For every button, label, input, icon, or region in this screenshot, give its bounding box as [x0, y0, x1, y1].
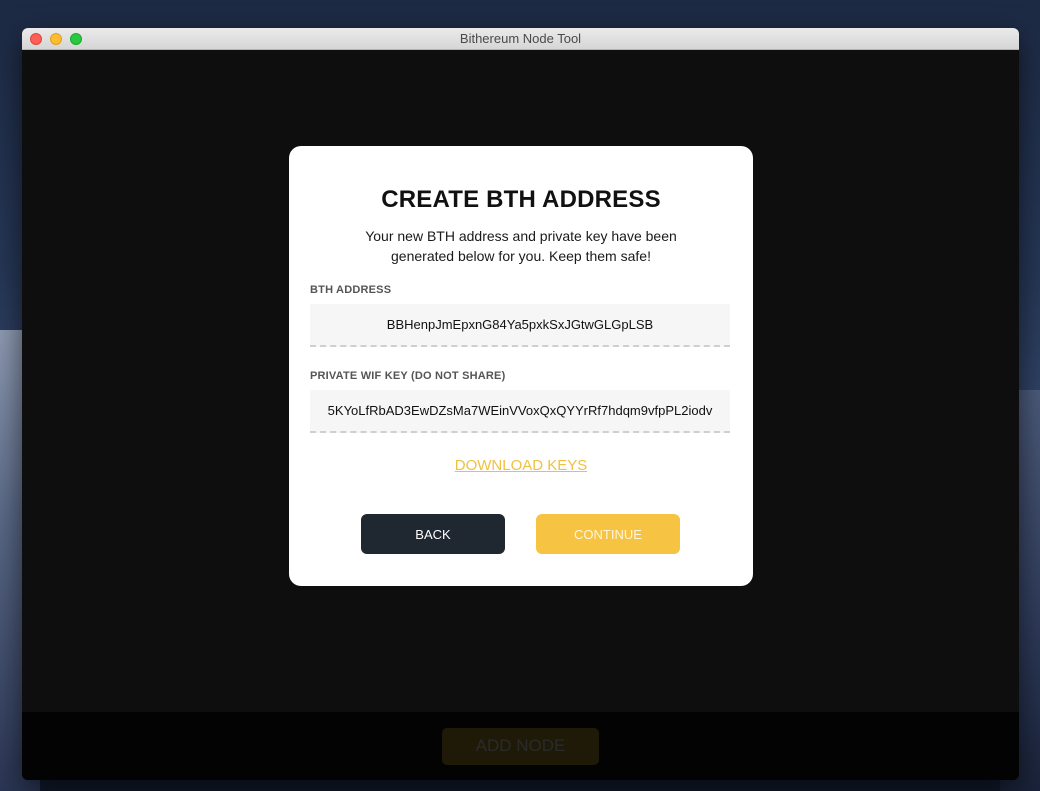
maximize-window-icon[interactable]	[70, 33, 82, 45]
close-window-icon[interactable]	[30, 33, 42, 45]
minimize-window-icon[interactable]	[50, 33, 62, 45]
dialog-actions: BACK CONTINUE	[361, 514, 680, 554]
window-controls	[30, 33, 82, 45]
dialog-title: CREATE BTH ADDRESS	[381, 186, 661, 213]
address-field[interactable]: BBHenpJmEpxnG84Ya5pxkSxJGtwGLGpLSB	[310, 304, 730, 347]
address-label: BTH ADDRESS	[310, 284, 392, 296]
title-bar[interactable]: Bithereum Node Tool	[22, 28, 1019, 50]
create-address-dialog: CREATE BTH ADDRESS Your new BTH address …	[289, 146, 753, 586]
private-key-field[interactable]: 5KYoLfRbAD3EwDZsMa7WEinVVoxQxQYYrRf7hdqm…	[310, 390, 730, 433]
continue-button[interactable]: CONTINUE	[536, 514, 680, 554]
dialog-description: Your new BTH address and private key hav…	[365, 228, 677, 264]
footer-bar: ADD NODE	[22, 712, 1019, 780]
back-button[interactable]: BACK	[361, 514, 505, 554]
private-key-label: PRIVATE WIF KEY (DO NOT SHARE)	[310, 370, 506, 382]
window-title: Bithereum Node Tool	[459, 31, 582, 46]
add-node-button: ADD NODE	[442, 727, 599, 765]
download-keys-link[interactable]: DOWNLOAD KEYS	[310, 457, 732, 474]
